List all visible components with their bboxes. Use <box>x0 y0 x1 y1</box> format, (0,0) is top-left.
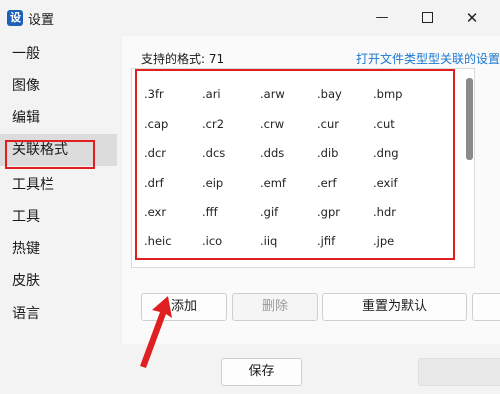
maximize-button[interactable] <box>405 4 449 32</box>
sidebar-item-language[interactable]: 语言 <box>0 298 117 330</box>
footer-extra-button[interactable] <box>418 358 500 386</box>
annotation-highlight-sidebar <box>5 140 95 169</box>
sidebar-item-image[interactable]: 图像 <box>0 70 117 102</box>
reset-default-button[interactable]: 重置为默认 <box>322 293 467 321</box>
extra-button[interactable] <box>472 293 500 321</box>
title-bar: 设 设置 — ✕ <box>0 0 500 36</box>
close-button[interactable]: ✕ <box>450 4 494 32</box>
maximize-icon <box>421 12 433 23</box>
sidebar: 一般 图像 编辑 关联格式 工具栏 工具 热键 皮肤 语言 <box>0 36 122 336</box>
sidebar-item-tools[interactable]: 工具 <box>0 201 117 233</box>
annotation-arrow-icon <box>140 296 172 368</box>
sidebar-item-hotkeys[interactable]: 热键 <box>0 233 117 265</box>
sidebar-item-edit[interactable]: 编辑 <box>0 102 117 134</box>
window-title: 设置 <box>28 13 55 28</box>
sidebar-item-skins[interactable]: 皮肤 <box>0 265 117 297</box>
delete-button[interactable]: 删除 <box>232 293 318 321</box>
app-icon: 设 <box>7 10 23 26</box>
sidebar-item-general[interactable]: 一般 <box>0 38 117 70</box>
open-file-association-settings-link[interactable]: 打开文件类型型关联的设置 <box>356 50 500 67</box>
supported-formats-count: 支持的格式: 71 <box>141 52 225 66</box>
save-button[interactable]: 保存 <box>221 358 302 386</box>
minimize-button[interactable]: — <box>360 4 404 32</box>
sidebar-item-toolbar[interactable]: 工具栏 <box>0 169 117 201</box>
list-scrollbar[interactable] <box>466 78 473 160</box>
annotation-highlight-list <box>135 69 455 260</box>
